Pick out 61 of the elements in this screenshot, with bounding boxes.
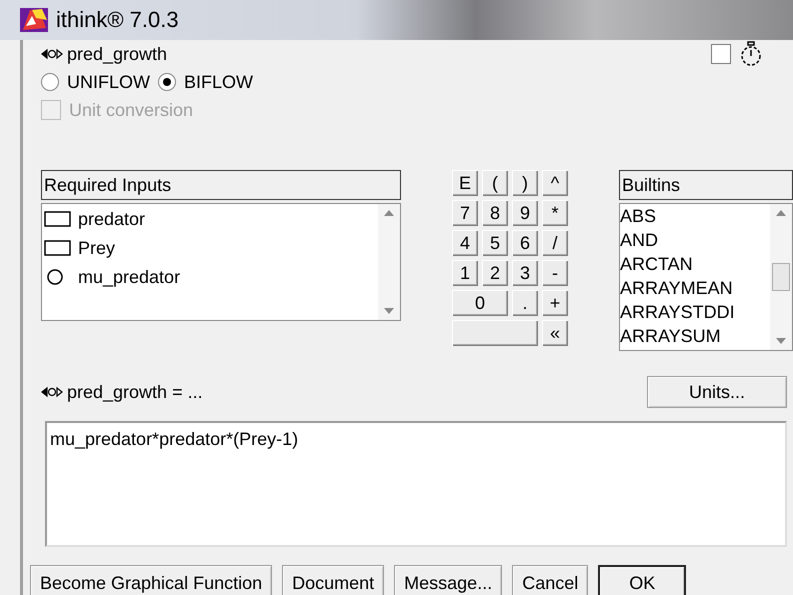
keypad-key[interactable]: ^ — [542, 170, 568, 196]
window-title: ithink® 7.0.3 — [56, 7, 179, 33]
scrollbar[interactable] — [378, 204, 400, 320]
builtin-function[interactable]: ARRAYSTDDI — [620, 303, 735, 321]
keypad-key[interactable]: - — [542, 260, 568, 286]
keypad-key[interactable]: 4 — [452, 230, 478, 256]
keypad-key[interactable]: ) — [512, 170, 538, 196]
blank-key[interactable] — [452, 320, 538, 346]
stock-icon — [44, 210, 72, 228]
stock-icon — [44, 238, 72, 256]
builtin-function[interactable]: ARRAYSUM — [620, 327, 721, 345]
flow-icon — [41, 48, 63, 60]
keypad-key[interactable]: * — [542, 200, 568, 226]
builtin-function[interactable]: AND — [620, 231, 658, 249]
scroll-up-icon[interactable] — [384, 210, 394, 216]
dialog-button[interactable]: Cancel — [512, 565, 588, 595]
stopwatch-icon — [739, 41, 763, 67]
checkbox-label: Unit conversion — [69, 100, 194, 120]
timer-checkbox[interactable] — [711, 44, 731, 64]
keypad-key[interactable]: 2 — [482, 260, 508, 286]
equation-field[interactable]: mu_predator*predator*(Prey-1) — [45, 421, 787, 547]
scroll-thumb[interactable] — [772, 263, 790, 291]
keypad-key[interactable]: « — [542, 320, 568, 346]
flow-icon — [41, 386, 63, 398]
keypad-key[interactable]: E — [452, 170, 478, 196]
scroll-down-icon[interactable] — [776, 338, 786, 344]
builtin-function[interactable]: ARCTAN — [620, 255, 693, 273]
app-logo-icon — [20, 6, 50, 34]
keypad-key[interactable]: 6 — [512, 230, 538, 256]
flow-name: pred_growth — [67, 44, 168, 64]
dialog-button[interactable]: OK — [598, 565, 686, 595]
input-name[interactable]: mu_predator — [78, 268, 180, 286]
units-button[interactable]: Units... — [647, 376, 787, 408]
radio-button[interactable] — [158, 73, 176, 91]
dialog-button[interactable]: Become Graphical Function — [30, 565, 272, 595]
keypad-key[interactable]: / — [542, 230, 568, 256]
keypad-key[interactable]: 7 — [452, 200, 478, 226]
keypad-key[interactable]: 9 — [512, 200, 538, 226]
scroll-down-icon[interactable] — [384, 308, 394, 314]
builtin-function[interactable]: ABS — [620, 207, 656, 225]
keypad-key[interactable]: 8 — [482, 200, 508, 226]
builtin-function[interactable]: ARRAYMEAN — [620, 279, 733, 297]
keypad-key[interactable]: + — [542, 290, 568, 316]
keypad-key[interactable]: 0 — [452, 290, 508, 316]
equation-label: pred_growth = ... — [67, 382, 203, 402]
dialog-button[interactable]: Document — [282, 565, 384, 595]
scrollbar[interactable] — [770, 204, 792, 350]
keypad-key[interactable]: 3 — [512, 260, 538, 286]
dialog-button[interactable]: Message... — [394, 565, 502, 595]
input-name[interactable]: predator — [78, 210, 146, 228]
list-header: Required Inputs — [41, 170, 401, 200]
radio-label: UNIFLOW — [67, 72, 150, 92]
radio-button[interactable] — [41, 73, 59, 91]
radio-label: BIFLOW — [184, 72, 254, 92]
keypad-key[interactable]: ( — [482, 170, 508, 196]
input-name[interactable]: Prey — [78, 238, 116, 256]
keypad-key[interactable]: 5 — [482, 230, 508, 256]
list-header: Builtins — [618, 170, 793, 200]
keypad-key[interactable]: 1 — [452, 260, 478, 286]
keypad-key[interactable]: . — [512, 290, 538, 316]
scroll-up-icon[interactable] — [776, 210, 786, 216]
